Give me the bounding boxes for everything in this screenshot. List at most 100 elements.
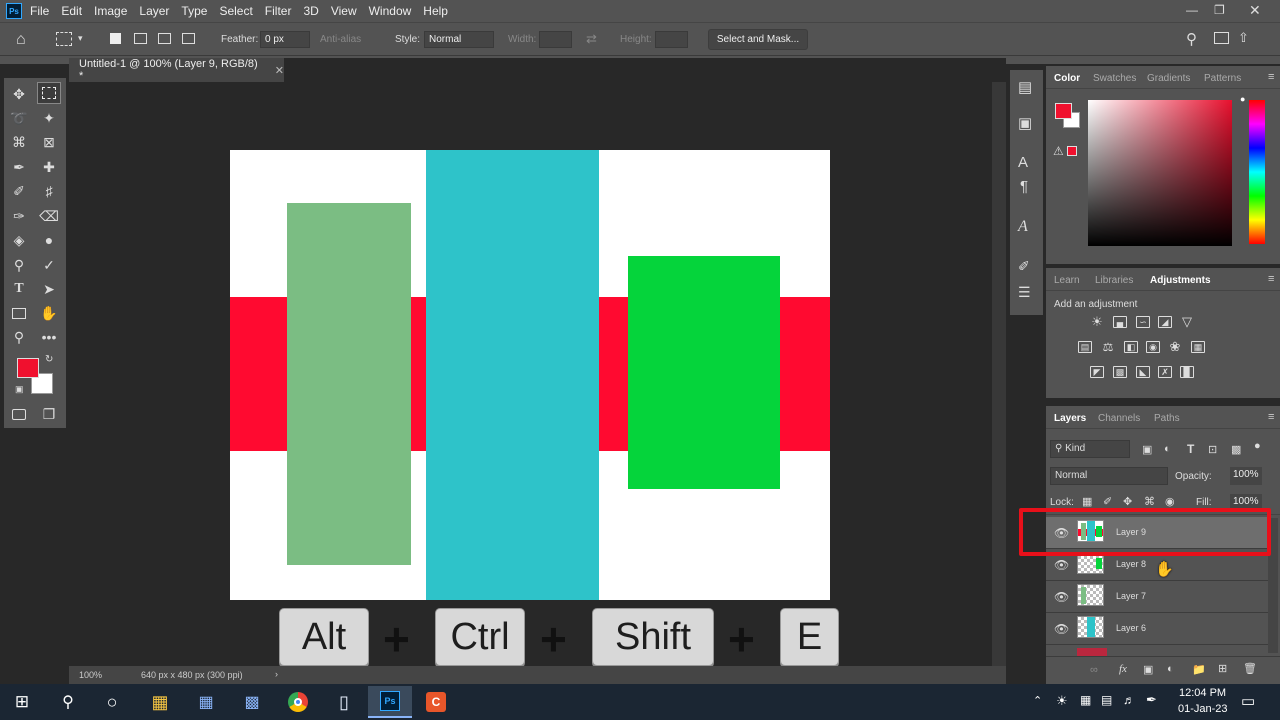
foreground-color-swatch[interactable]	[17, 358, 39, 378]
vibrance-icon[interactable]: ▽	[1180, 314, 1194, 329]
file-explorer-icon[interactable]: ▦	[138, 686, 182, 718]
eraser-tool-icon[interactable]: ⌫	[37, 205, 61, 227]
hand-tool-icon[interactable]: ✋	[37, 302, 61, 324]
new-group-icon[interactable]: 📁	[1192, 663, 1206, 676]
layer-name[interactable]: Layer 8	[1116, 559, 1146, 569]
lock-transparent-icon[interactable]: ▦	[1082, 495, 1092, 508]
lock-artboard-icon[interactable]: ⌘	[1144, 495, 1155, 508]
blend-mode-select[interactable]: Normal	[1050, 467, 1168, 485]
paragraph-icon[interactable]: ¶	[1020, 178, 1028, 195]
pen-tool-icon[interactable]: ✓	[37, 254, 61, 276]
volume-icon[interactable]: ♬	[1123, 693, 1135, 707]
fx-icon[interactable]: fx	[1119, 663, 1127, 675]
curves-icon[interactable]: ∽	[1136, 316, 1150, 328]
windows-start-icon[interactable]: ⊞	[0, 686, 44, 718]
restore-icon[interactable]: ❐	[1214, 3, 1225, 17]
menu-edit[interactable]: Edit	[61, 4, 82, 18]
layer-name[interactable]: Layer 6	[1116, 623, 1146, 633]
brightness-icon[interactable]: ☀	[1056, 693, 1068, 709]
zoom-tool-icon[interactable]: ⚲	[7, 326, 31, 348]
new-adjustment-icon[interactable]: ◐	[1167, 663, 1174, 675]
tab-layers[interactable]: Layers	[1054, 413, 1086, 424]
lock-image-icon[interactable]: ✐	[1103, 495, 1112, 508]
opacity-input[interactable]: 100%	[1230, 467, 1262, 485]
menu-type[interactable]: Type	[181, 4, 207, 18]
tab-color[interactable]: Color	[1054, 73, 1080, 84]
new-selection-icon[interactable]	[110, 33, 121, 44]
selective-color-icon[interactable]: ✗	[1158, 366, 1172, 378]
swap-icon[interactable]: ⇄	[586, 31, 597, 47]
brush-tool-icon[interactable]: ✐	[7, 180, 31, 202]
tab-channels[interactable]: Channels	[1098, 413, 1140, 424]
share-icon[interactable]: ⇧	[1238, 30, 1249, 46]
menu-select[interactable]: Select	[219, 4, 252, 18]
marquee-tool-icon[interactable]	[37, 82, 61, 104]
menu-window[interactable]: Window	[369, 4, 412, 18]
exposure-icon[interactable]: ◢	[1158, 316, 1172, 328]
more-tools-icon[interactable]: •••	[37, 326, 61, 348]
menu-view[interactable]: View	[331, 4, 357, 18]
photoshop-logo-icon[interactable]: Ps	[6, 3, 22, 19]
tab-libraries[interactable]: Libraries	[1095, 275, 1133, 286]
layer-name[interactable]: Layer 7	[1116, 591, 1146, 601]
zoom-level[interactable]: 100%	[79, 670, 102, 680]
filter-adjustment-icon[interactable]: ◐	[1164, 443, 1171, 455]
pen-icon[interactable]: ✒	[1146, 692, 1157, 708]
tab-adjustments[interactable]: Adjustments	[1150, 275, 1211, 286]
visibility-eye-icon[interactable]: 👁	[1054, 622, 1069, 636]
anti-alias-checkbox[interactable]: Anti-alias	[320, 34, 361, 45]
select-and-mask-button[interactable]: Select and Mask...	[708, 29, 808, 50]
color-field[interactable]	[1088, 100, 1232, 246]
filter-kind-select[interactable]: ⚲ Kind	[1050, 440, 1130, 458]
move-tool-icon[interactable]: ✥	[7, 83, 31, 105]
eyedropper-tool-icon[interactable]: ✒	[7, 156, 31, 178]
menu-layer[interactable]: Layer	[139, 4, 169, 18]
menu-filter[interactable]: Filter	[265, 4, 292, 18]
notepad-icon[interactable]: ▯	[322, 686, 366, 718]
hue-slider[interactable]	[1249, 100, 1265, 244]
magic-wand-tool-icon[interactable]: ✦	[37, 107, 61, 129]
tab-patterns[interactable]: Patterns	[1204, 73, 1241, 84]
filter-pixel-icon[interactable]: ▣	[1142, 443, 1152, 456]
style-select[interactable]: Normal	[424, 31, 494, 48]
invert-icon[interactable]: ◤	[1090, 366, 1104, 378]
hue-saturation-icon[interactable]: ▤	[1078, 341, 1092, 353]
black-white-icon[interactable]: ◧	[1124, 341, 1138, 353]
clock-time[interactable]: 12:04 PM	[1179, 687, 1226, 699]
path-selection-tool-icon[interactable]: ➤	[37, 278, 61, 300]
default-colors-icon[interactable]: ▣	[15, 384, 24, 395]
healing-brush-tool-icon[interactable]: ✚	[37, 156, 61, 178]
clock-date[interactable]: 01-Jan-23	[1178, 703, 1228, 715]
feather-input[interactable]: 0 px	[260, 31, 310, 48]
screen-mode-icon[interactable]: ❐	[37, 403, 61, 425]
delete-layer-icon[interactable]: 🗑	[1243, 662, 1257, 675]
panel-menu-icon[interactable]: ≡	[1268, 273, 1274, 285]
chevron-up-icon[interactable]: ⌃	[1033, 694, 1042, 707]
chevron-right-icon[interactable]: ›	[275, 669, 278, 679]
properties-icon[interactable]: ▣	[1018, 114, 1032, 132]
gamut-swatch[interactable]	[1067, 146, 1077, 156]
gradient-map-icon[interactable]: ▉	[1180, 366, 1194, 378]
layer-mask-icon[interactable]: ▣	[1143, 663, 1153, 676]
clone-stamp-tool-icon[interactable]: ♯	[37, 180, 61, 202]
width-input[interactable]	[539, 31, 572, 48]
menu-image[interactable]: Image	[94, 4, 127, 18]
notification-icon[interactable]: ▭	[1241, 692, 1255, 710]
swap-colors-icon[interactable]: ↻	[45, 354, 53, 365]
quick-mask-icon[interactable]	[7, 403, 31, 425]
posterize-icon[interactable]: ▩	[1113, 366, 1127, 378]
filter-type-icon[interactable]: T	[1187, 442, 1194, 456]
hue-marker-icon[interactable]: ●	[1240, 94, 1245, 104]
close-tab-icon[interactable]: ✕	[275, 64, 284, 77]
adjustment-sliders-icon[interactable]: ☰	[1018, 284, 1031, 301]
paint-bucket-tool-icon[interactable]: ◈	[7, 229, 31, 251]
type-tool-icon[interactable]: T	[7, 278, 31, 300]
height-input[interactable]	[655, 31, 688, 48]
brightness-icon[interactable]: ☀	[1090, 314, 1104, 329]
filter-toggle-icon[interactable]: ●	[1254, 440, 1261, 452]
camtasia-icon[interactable]: C	[414, 686, 458, 718]
filter-shape-icon[interactable]: ⊡	[1208, 443, 1217, 456]
canvas[interactable]	[230, 150, 830, 600]
menu-help[interactable]: Help	[423, 4, 448, 18]
tab-learn[interactable]: Learn	[1054, 275, 1080, 286]
